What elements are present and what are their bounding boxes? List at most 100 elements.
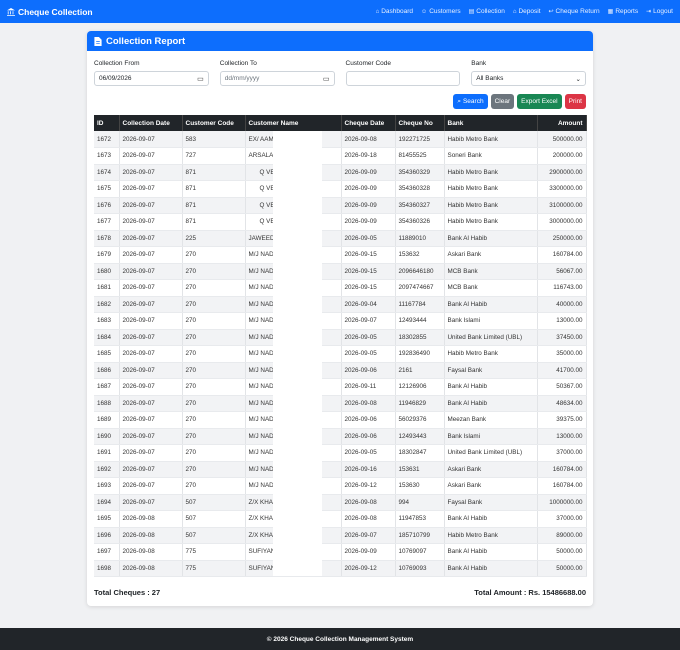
table-cell: 1693 (94, 477, 120, 495)
table-cell: Askari Bank (444, 477, 538, 495)
table-cell: Habib Metro Bank (444, 131, 538, 148)
table-cell: Habib Metro Bank (444, 180, 538, 198)
table-cell: 12493444 (395, 312, 445, 330)
export-excel-button[interactable]: Export Excel (517, 94, 562, 109)
nav-link-reports[interactable]: ▦ Reports (608, 8, 638, 15)
table-cell: 3100000.00 (537, 197, 587, 214)
bank-select[interactable]: All Banks ⌄ (471, 71, 586, 86)
table-row: 1691 2026-09-07 270 M/J NAD 2026-09-05 183028… (94, 444, 587, 462)
table-cell: MCB Bank (444, 279, 538, 297)
table-cell: 81455525 (395, 147, 445, 165)
table-cell: 153630 (395, 477, 445, 495)
nav-link-label: Cheque Return (555, 8, 600, 15)
to-placeholder: dd/mm/yyyy (224, 75, 260, 82)
table-cell: 2026-09-07 (119, 477, 183, 495)
table-cell: 775 (182, 560, 246, 577)
print-button[interactable]: Print (564, 94, 586, 109)
table-cell: 12126906 (395, 378, 445, 396)
nav-link-cheque-return[interactable]: ↩ Cheque Return (549, 8, 600, 15)
table-cell: 250000.00 (537, 230, 587, 247)
table-cell: 2026-09-07 (119, 296, 183, 313)
top-navbar: Cheque Collection ⌂ Dashboard ☺ Customers ▤ C… (0, 0, 680, 23)
table-cell: 871 (182, 164, 246, 181)
nav-link-dashboard[interactable]: ⌂ Dashboard (376, 8, 413, 15)
chevron-down-icon: ⌄ (575, 75, 581, 83)
table-cell: 270 (182, 345, 246, 363)
table-cell: 270 (182, 411, 246, 429)
table-cell: 270 (182, 263, 246, 280)
calendar-icon[interactable]: ▭ (197, 75, 204, 83)
table-cell: 2026-09-07 (341, 312, 396, 330)
filter-form: Collection From 06/09/2026 ▭ Collection … (94, 60, 586, 86)
table-cell: 3000000.00 (537, 213, 587, 231)
return-icon: ↩ (548, 9, 554, 15)
customer-code-input[interactable] (345, 71, 461, 86)
table-cell: 2026-09-05 (341, 345, 396, 363)
table-cell: 18302855 (395, 329, 445, 346)
table-cell: Bank Al Habib (444, 543, 538, 561)
brand[interactable]: Cheque Collection (7, 7, 93, 17)
table-cell: 2026-09-09 (341, 197, 396, 214)
collection-icon: ▤ (468, 9, 475, 15)
search-button[interactable]: ⌕ Search (453, 94, 488, 109)
table-row: 1673 2026-09-07 727 ARSALAN 2026-09-18 814555… (94, 147, 587, 165)
table-cell: 1689 (94, 411, 120, 429)
table-cell: 727 (182, 147, 246, 165)
table-cell: 11946829 (395, 395, 445, 412)
collection-from-input[interactable]: 06/09/2026 ▭ (94, 71, 209, 86)
table-cell: 1679 (94, 246, 120, 264)
table-row: 1687 2026-09-07 270 M/J NAD 2026-09-11 121269… (94, 378, 587, 396)
table-cell: 270 (182, 444, 246, 462)
table-cell: 2161 (395, 362, 445, 379)
table-cell: 50000.00 (537, 543, 587, 561)
table-cell: 225 (182, 230, 246, 247)
table-cell: 37450.00 (537, 329, 587, 346)
table-row: 1695 2026-09-08 507 Z/X KHA 2026-09-08 119478… (94, 510, 587, 528)
table-cell: 354360329 (395, 164, 445, 181)
column-header: ID (94, 115, 120, 131)
table-cell: 1682 (94, 296, 120, 313)
action-buttons: ⌕ Search Clear Export Excel Print (453, 94, 586, 109)
table-cell: 270 (182, 296, 246, 313)
table-cell: 2026-09-07 (119, 411, 183, 429)
table-cell: 2026-09-07 (119, 428, 183, 445)
table-cell: 12493443 (395, 428, 445, 445)
table-cell: 994 (395, 494, 445, 511)
clear-button[interactable]: Clear (490, 94, 515, 109)
table-cell: 2026-09-05 (341, 329, 396, 346)
table-cell: 2026-09-07 (119, 312, 183, 330)
nav-link-collection[interactable]: ▤ Collection (469, 8, 505, 15)
table-row: 1685 2026-09-07 270 M/J NAD 2026-09-05 192836… (94, 345, 587, 363)
filter-customer: Customer Code (345, 60, 461, 86)
table-cell: Bank Al Habib (444, 230, 538, 247)
nav-link-deposit[interactable]: ⌂ Deposit (513, 8, 541, 15)
table-row: 1683 2026-09-07 270 M/J NAD 2026-09-07 124934… (94, 312, 587, 330)
from-value: 06/09/2026 (99, 75, 132, 82)
table-cell: Habib Metro Bank (444, 345, 538, 363)
table-cell: 2026-09-07 (119, 279, 183, 297)
table-row: 1697 2026-09-08 775 SUFIYAN 2026-09-09 107690… (94, 543, 587, 561)
table-cell: 354360328 (395, 180, 445, 198)
table-cell: United Bank Limited (UBL) (444, 444, 538, 462)
nav-link-logout[interactable]: ⇥ Logout (646, 8, 673, 15)
table-cell: Bank Al Habib (444, 510, 538, 528)
table-cell: 507 (182, 494, 246, 511)
bank-building-icon (7, 7, 15, 16)
nav-link-label: Collection (476, 8, 505, 15)
reports-icon: ▦ (607, 9, 614, 15)
nav-link-customers[interactable]: ☺ Customers (421, 8, 461, 15)
table-cell: 507 (182, 510, 246, 528)
table-cell: 500000.00 (537, 131, 587, 148)
column-header: Cheque No (395, 115, 445, 131)
table-cell: 1687 (94, 378, 120, 396)
table-cell: 775 (182, 543, 246, 561)
collection-to-input[interactable]: dd/mm/yyyy ▭ (219, 71, 335, 86)
nav-link-label: Reports (615, 8, 639, 15)
table-cell: 192836490 (395, 345, 445, 363)
column-header: Collection Date (119, 115, 183, 131)
calendar-icon[interactable]: ▭ (323, 75, 330, 83)
table-cell: Askari Bank (444, 461, 538, 478)
table-cell: 2026-09-07 (119, 461, 183, 478)
nav-link-label: Customers (429, 8, 461, 15)
bank-label: Bank (471, 60, 487, 67)
